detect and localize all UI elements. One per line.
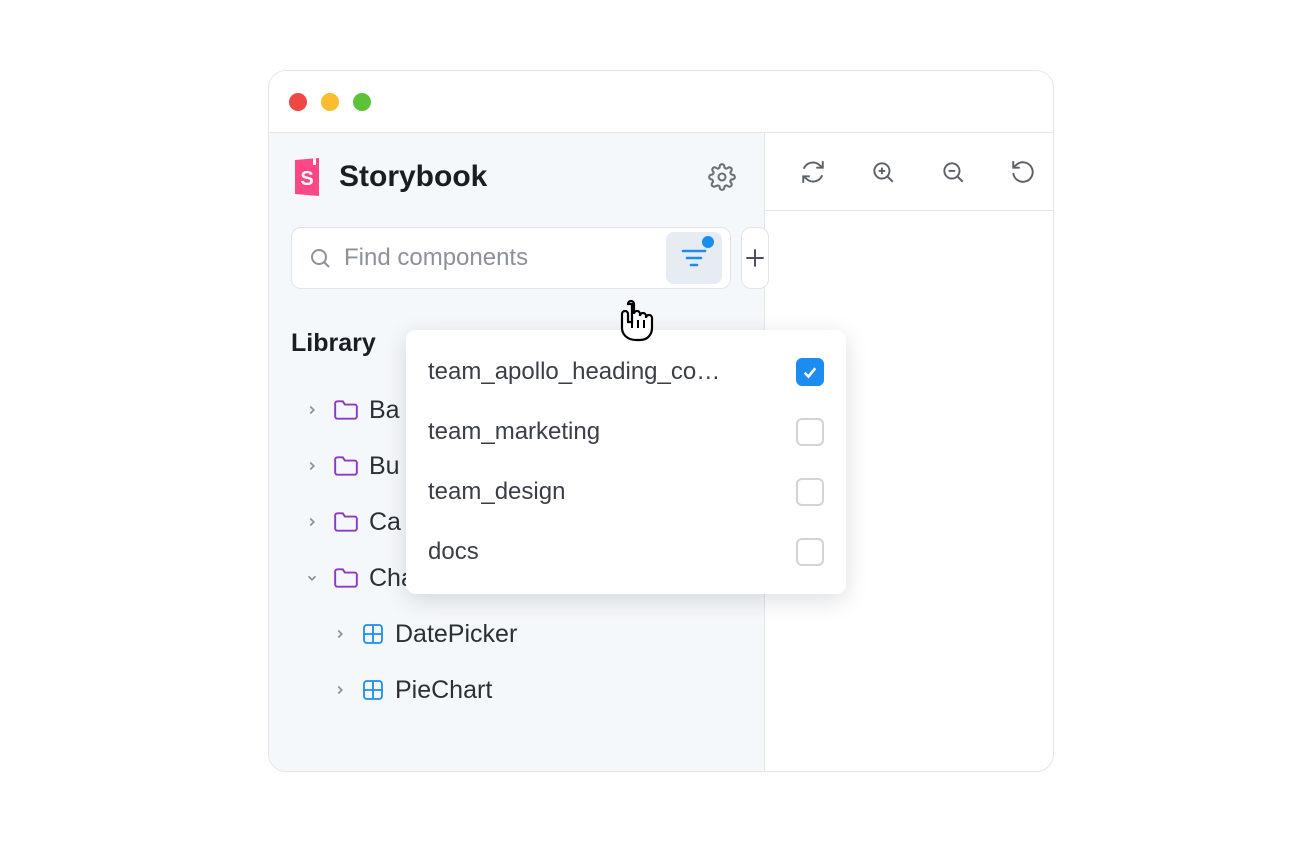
folder-icon — [333, 455, 359, 477]
tree-label: DatePicker — [395, 620, 517, 649]
svg-text:S: S — [300, 168, 313, 190]
chevron-right-icon — [333, 627, 351, 641]
sync-button[interactable] — [797, 156, 829, 188]
filter-active-indicator — [702, 236, 714, 248]
storybook-logo-icon: S — [291, 157, 327, 197]
checkbox-checked[interactable] — [796, 358, 824, 386]
titlebar — [269, 71, 1053, 133]
tree-component[interactable]: PieChart — [291, 662, 742, 718]
chevron-right-icon — [333, 683, 351, 697]
brand: S Storybook — [291, 157, 742, 197]
folder-icon — [333, 399, 359, 421]
gear-icon — [708, 163, 736, 191]
filter-option[interactable]: team_marketing — [406, 402, 846, 462]
minimize-window-button[interactable] — [321, 93, 339, 111]
tree-label: Ca — [369, 508, 401, 537]
filter-option-label: team_design — [428, 478, 565, 506]
tree-label: Ba — [369, 396, 400, 425]
folder-icon — [333, 567, 359, 589]
tree-component[interactable]: DatePicker — [291, 606, 742, 662]
check-icon — [801, 363, 819, 381]
filter-button[interactable] — [666, 232, 722, 284]
checkbox[interactable] — [796, 478, 824, 506]
search-input[interactable] — [344, 244, 654, 272]
zoom-out-icon — [940, 159, 966, 185]
settings-button[interactable] — [702, 157, 742, 197]
filter-icon — [681, 248, 707, 268]
filter-option-label: docs — [428, 538, 479, 566]
chevron-right-icon — [305, 459, 323, 473]
search-icon — [308, 246, 332, 270]
preview-toolbar — [765, 133, 1053, 211]
folder-icon — [333, 511, 359, 533]
search-box[interactable] — [291, 227, 731, 289]
close-window-button[interactable] — [289, 93, 307, 111]
sync-icon — [800, 159, 826, 185]
reset-zoom-button[interactable] — [1007, 156, 1039, 188]
tree-label: PieChart — [395, 676, 492, 705]
maximize-window-button[interactable] — [353, 93, 371, 111]
component-icon — [361, 678, 385, 702]
zoom-in-button[interactable] — [867, 156, 899, 188]
add-button[interactable] — [741, 227, 769, 289]
search-row — [291, 227, 742, 289]
filter-option[interactable]: team_apollo_heading_cop... — [406, 342, 846, 402]
zoom-out-button[interactable] — [937, 156, 969, 188]
filter-option[interactable]: team_design — [406, 462, 846, 522]
zoom-in-icon — [870, 159, 896, 185]
chevron-right-icon — [305, 515, 323, 529]
component-icon — [361, 622, 385, 646]
filter-option-label: team_marketing — [428, 418, 600, 446]
tree-label: Bu — [369, 452, 400, 481]
reset-icon — [1010, 159, 1036, 185]
checkbox[interactable] — [796, 538, 824, 566]
plus-icon — [742, 245, 768, 271]
filter-option-label: team_apollo_heading_cop... — [428, 358, 728, 386]
chevron-down-icon — [305, 571, 323, 585]
checkbox[interactable] — [796, 418, 824, 446]
filter-popover: team_apollo_heading_cop... team_marketin… — [406, 330, 846, 594]
brand-name: Storybook — [339, 160, 487, 194]
chevron-right-icon — [305, 403, 323, 417]
filter-option[interactable]: docs — [406, 522, 846, 582]
